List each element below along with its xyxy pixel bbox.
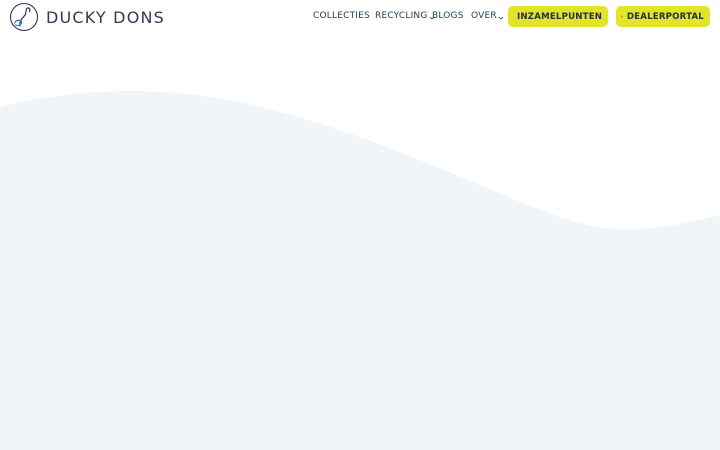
nav-item-label: BLOGS — [432, 11, 464, 21]
hero-wave-background — [0, 91, 720, 450]
inzamelpunten-button[interactable]: INZAMELPUNTEN — [508, 6, 608, 27]
nav-item-label: OVER — [471, 11, 497, 21]
brand-name: DUCKY DONS — [46, 7, 166, 27]
duck-logo-icon — [9, 2, 39, 32]
site-header: DUCKY DONS COLLECTIES RECYCLING BLOGS OV… — [0, 0, 720, 34]
nav-item-recycling[interactable]: RECYCLING — [375, 11, 435, 21]
storefront-icon — [621, 15, 623, 18]
nav-item-collecties[interactable]: COLLECTIES — [313, 11, 370, 21]
inzamelpunten-label: INZAMELPUNTEN — [517, 11, 603, 22]
chevron-down-icon — [498, 16, 504, 20]
nav-item-over[interactable]: OVER — [471, 11, 504, 21]
nav-item-blogs[interactable]: BLOGS — [432, 11, 464, 21]
dealerportal-button[interactable]: DEALERPORTAL — [616, 6, 710, 27]
page: DUCKY DONS COLLECTIES RECYCLING BLOGS OV… — [0, 0, 720, 450]
dealerportal-label: DEALERPORTAL — [626, 11, 704, 22]
nav-item-label: RECYCLING — [375, 11, 428, 21]
brand-logo[interactable]: DUCKY DONS — [9, 2, 165, 32]
nav-item-label: COLLECTIES — [313, 11, 370, 21]
